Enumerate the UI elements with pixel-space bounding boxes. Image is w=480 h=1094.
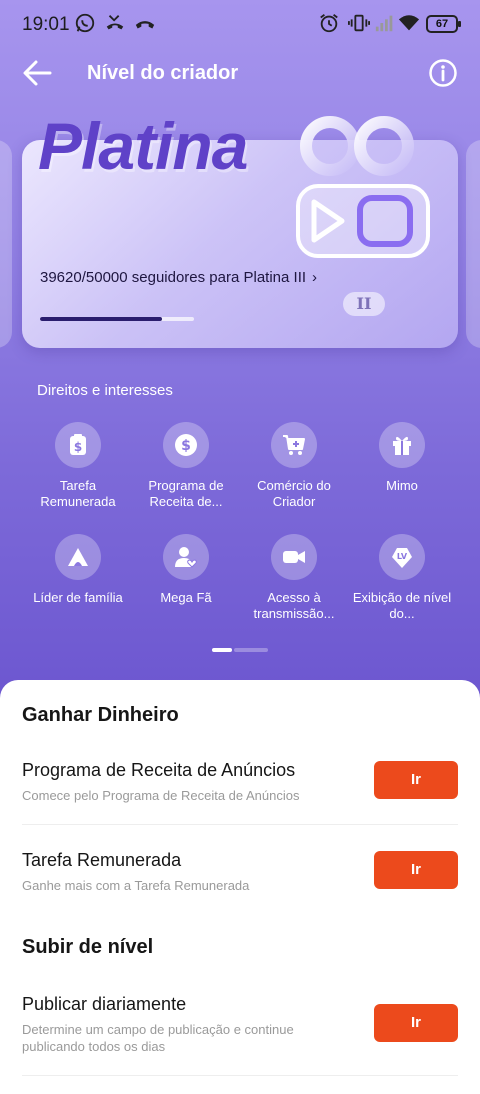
whatsapp-icon <box>75 13 95 33</box>
page-indicator-inactive <box>234 648 268 652</box>
signal-icon <box>375 15 393 32</box>
task-description: Ganhe mais com a Tarefa Remunerada <box>22 878 250 893</box>
task-paid-task: Tarefa Remunerada Ganhe mais com a Taref… <box>22 850 458 894</box>
go-button-ad-revenue[interactable]: Ir <box>374 761 458 799</box>
right-label: Programa de Receita de... <box>148 478 224 509</box>
task-description: Comece pelo Programa de Receita de Anúnc… <box>22 788 300 803</box>
divider <box>22 1075 458 1076</box>
right-item-paid-task[interactable]: $ Tarefa Remunerada <box>24 422 132 510</box>
task-daily-post: Publicar diariamente Determine um campo … <box>22 994 458 1055</box>
svg-text:LV: LV <box>397 552 408 561</box>
previous-level-card[interactable] <box>0 140 12 348</box>
missed-call-icon <box>106 15 124 30</box>
right-item-ad-revenue[interactable]: $ Programa de Receita de... <box>132 422 240 510</box>
video-camera-art-icon <box>296 116 430 258</box>
cart-icon <box>271 422 317 468</box>
follower-progress-fill <box>40 317 162 321</box>
follower-progress-link[interactable]: 39620/50000 seguidores para Platina III › <box>40 268 320 288</box>
wifi-icon <box>398 15 420 31</box>
follower-progress-bar <box>40 317 194 321</box>
fan-icon <box>163 534 209 580</box>
go-button-paid-task[interactable]: Ir <box>374 851 458 889</box>
dollar-coin-icon: $ <box>163 422 209 468</box>
call-end-icon <box>135 21 155 29</box>
right-label: Mega Fã <box>160 590 212 605</box>
alarm-icon <box>320 14 338 33</box>
level-up-title: Subir de nível <box>22 936 154 958</box>
right-item-gift[interactable]: Mimo <box>348 422 456 494</box>
right-label: Líder de família <box>33 590 123 605</box>
right-label: Tarefa Remunerada <box>40 478 116 509</box>
right-item-family-leader[interactable]: Líder de família <box>24 534 132 606</box>
task-description: Determine um campo de publicação e conti… <box>22 1022 294 1054</box>
page-title: Nível do criador <box>87 62 239 84</box>
right-label: Comércio do Criador <box>257 478 331 509</box>
rights-section-title: Direitos e interesses <box>37 382 173 399</box>
top-bar: Nível do criador <box>0 50 480 96</box>
next-level-card[interactable] <box>466 140 480 348</box>
level-tier-badge: II <box>343 292 385 316</box>
right-label: Exibição de nível do... <box>352 590 452 621</box>
follower-progress-text: 39620/50000 seguidores para Platina III <box>40 269 307 286</box>
task-ad-revenue-program: Programa de Receita de Anúncios Comece p… <box>22 760 458 804</box>
family-tent-icon <box>55 534 101 580</box>
go-button-daily-post[interactable]: Ir <box>374 1004 458 1042</box>
info-icon[interactable] <box>428 58 458 88</box>
status-time: 19:01 <box>22 14 70 35</box>
paid-task-icon: $ <box>55 422 101 468</box>
svg-text:$: $ <box>181 438 191 454</box>
divider <box>22 824 458 825</box>
battery-icon: 67 <box>426 15 461 33</box>
tasks-sheet: Ganhar Dinheiro Programa de Receita de A… <box>0 680 480 1094</box>
right-label: Acesso à transmissão... <box>253 590 335 621</box>
level-header-area: 19:01 67 Nível do criador Platina 39620/… <box>0 0 480 720</box>
status-bar: 19:01 67 <box>0 0 480 50</box>
right-item-creator-commerce[interactable]: Comércio do Criador <box>240 422 348 510</box>
video-camera-icon <box>271 534 317 580</box>
svg-text:$: $ <box>74 440 82 454</box>
back-button[interactable] <box>20 56 56 90</box>
gift-icon <box>379 422 425 468</box>
right-item-broadcast-access[interactable]: Acesso à transmissão... <box>240 534 348 622</box>
right-item-level-display[interactable]: LV Exibição de nível do... <box>348 534 456 622</box>
level-badge-icon: LV <box>379 534 425 580</box>
chevron-right-icon: › <box>312 269 318 286</box>
right-item-mega-fan[interactable]: Mega Fã <box>132 534 240 606</box>
page-indicator <box>212 648 268 652</box>
vibrate-icon <box>348 14 370 32</box>
level-name: Platina <box>38 109 248 183</box>
page-indicator-active <box>212 648 232 652</box>
earn-money-title: Ganhar Dinheiro <box>22 704 179 726</box>
right-label: Mimo <box>386 478 418 493</box>
